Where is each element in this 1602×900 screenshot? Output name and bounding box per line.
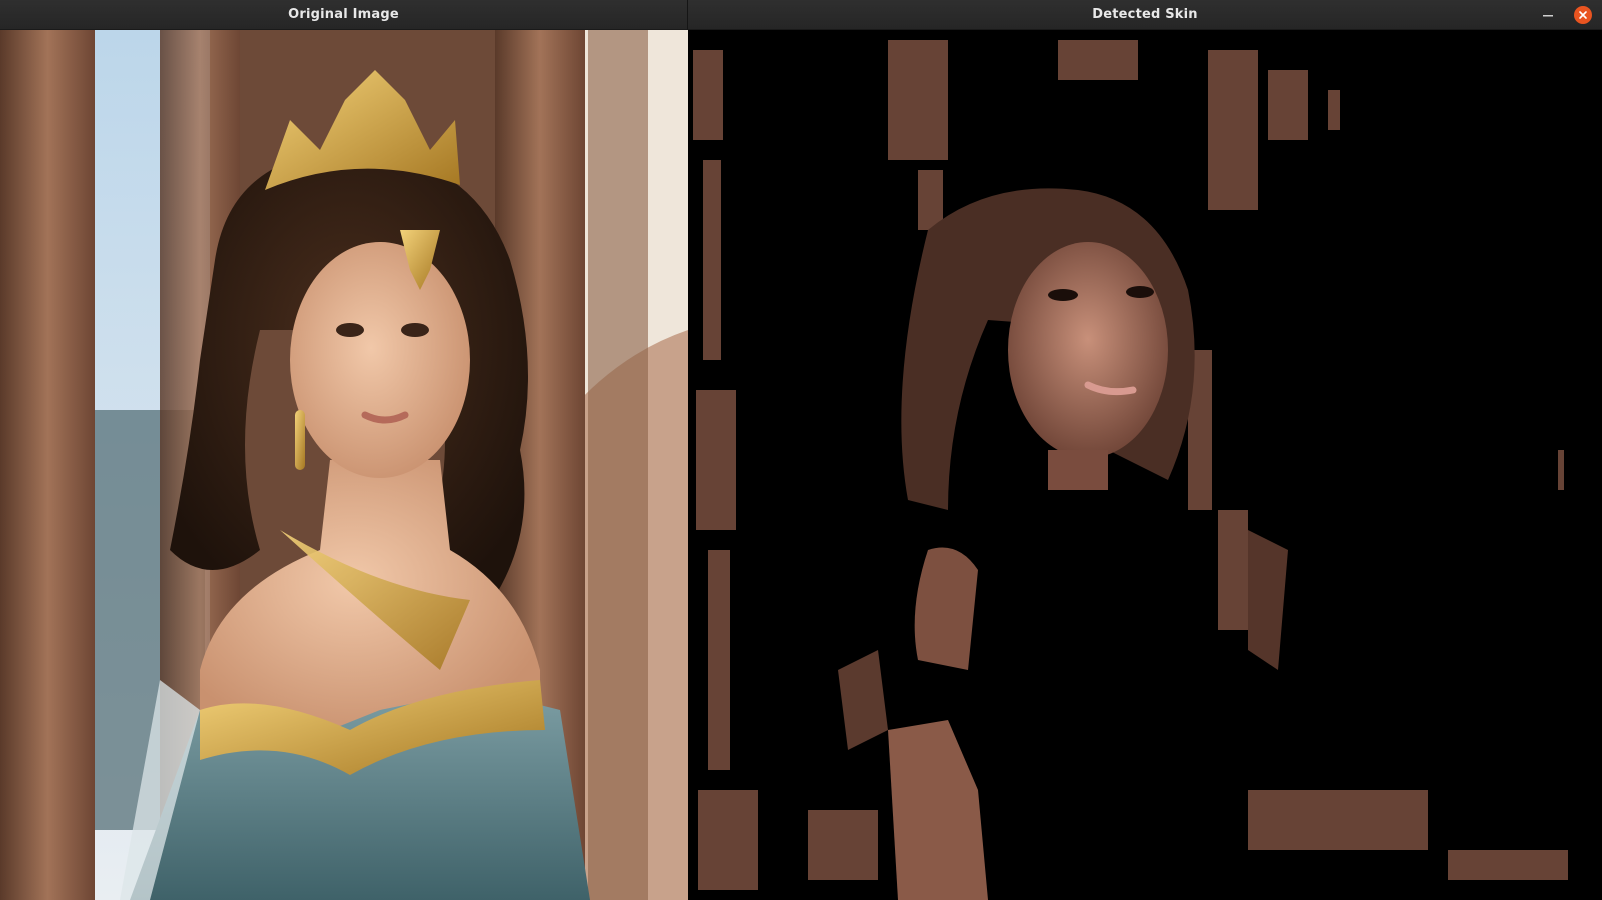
window-title: Detected Skin: [1092, 7, 1198, 22]
detected-skin-window: Detected Skin: [688, 0, 1602, 900]
close-icon: [1579, 11, 1587, 19]
detected-skin-view: [688, 30, 1602, 900]
title-bar[interactable]: Detected Skin: [688, 0, 1602, 30]
minimize-button[interactable]: [1538, 5, 1558, 25]
skin-mask-image: [688, 30, 1602, 900]
original-image-window: Original Image: [0, 0, 688, 900]
window-controls: [1538, 5, 1592, 25]
close-button[interactable]: [1574, 6, 1592, 24]
original-image-view: [0, 30, 688, 900]
original-image: [0, 30, 688, 900]
title-bar[interactable]: Original Image: [0, 0, 688, 30]
window-title: Original Image: [288, 7, 399, 22]
minimize-icon: [1543, 15, 1553, 17]
